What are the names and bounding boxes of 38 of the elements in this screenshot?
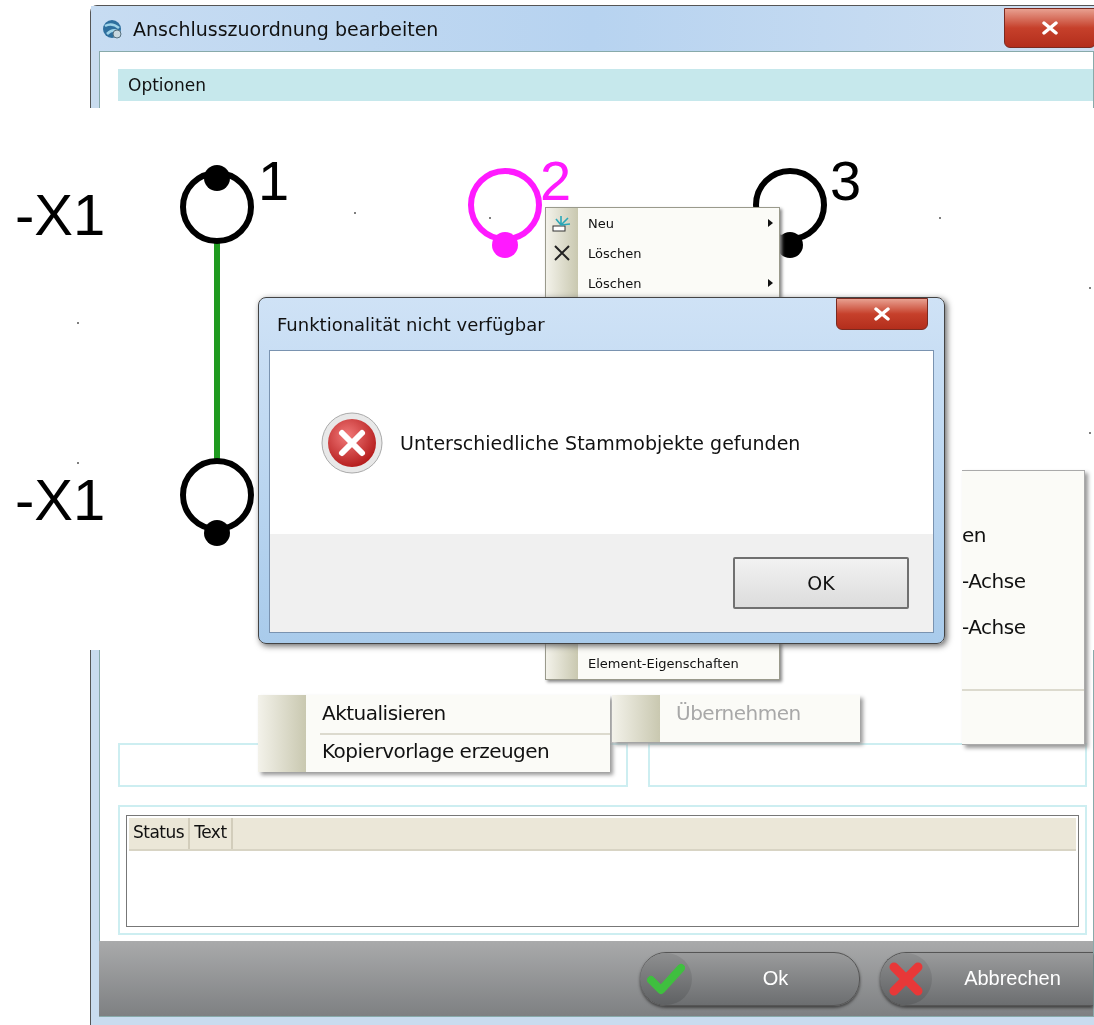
- window-title: Anschlusszuordnung bearbeiten: [133, 17, 439, 40]
- close-icon: [874, 307, 890, 321]
- grid-point: [939, 217, 941, 219]
- menu-item[interactable]: -Achse: [962, 569, 1084, 615]
- new-item-icon: [552, 214, 572, 232]
- grid-point: [77, 462, 79, 464]
- grid-point: [354, 212, 356, 214]
- terminal-label: -X1: [15, 182, 106, 247]
- close-button[interactable]: [1004, 8, 1094, 48]
- terminal-label: -X1: [15, 467, 106, 532]
- grid-point: [1089, 432, 1091, 434]
- grid-point: [1089, 287, 1091, 289]
- terminal-symbol[interactable]: [180, 165, 254, 244]
- column-header[interactable]: Text: [190, 818, 233, 849]
- terminal-number: 3: [830, 149, 862, 212]
- menu-item[interactable]: Kopiervorlage erzeugen: [322, 739, 610, 769]
- dialog-message: Unterschiedliche Stammobjekte gefunden: [400, 431, 801, 454]
- terminal-symbol[interactable]: [180, 458, 254, 546]
- close-icon: [1042, 21, 1058, 35]
- cancel-button[interactable]: Abbrechen: [880, 951, 1093, 1006]
- grid-point: [77, 322, 79, 324]
- dialog-title: Funktionalität nicht verfügbar: [276, 313, 545, 335]
- app-icon: [101, 17, 123, 40]
- close-button[interactable]: [836, 298, 928, 330]
- menu-item[interactable]: -Achse: [962, 615, 1084, 661]
- ok-button[interactable]: OK: [733, 557, 909, 609]
- grid-point: [489, 217, 491, 219]
- options-header: Optionen: [128, 75, 206, 95]
- terminal-number: 1: [258, 149, 290, 212]
- column-header[interactable]: Status: [129, 818, 191, 849]
- delete-icon: [553, 244, 571, 262]
- error-icon: [320, 410, 384, 475]
- menu-item[interactable]: Aktualisieren: [322, 701, 610, 731]
- menu-item[interactable]: Element-Eigenschaften: [546, 647, 779, 679]
- menu-item[interactable]: Löschen: [546, 238, 779, 268]
- menu-item[interactable]: Löschen: [546, 268, 779, 298]
- menu-item[interactable]: en: [962, 523, 1084, 569]
- ok-button[interactable]: Ok: [640, 951, 860, 1006]
